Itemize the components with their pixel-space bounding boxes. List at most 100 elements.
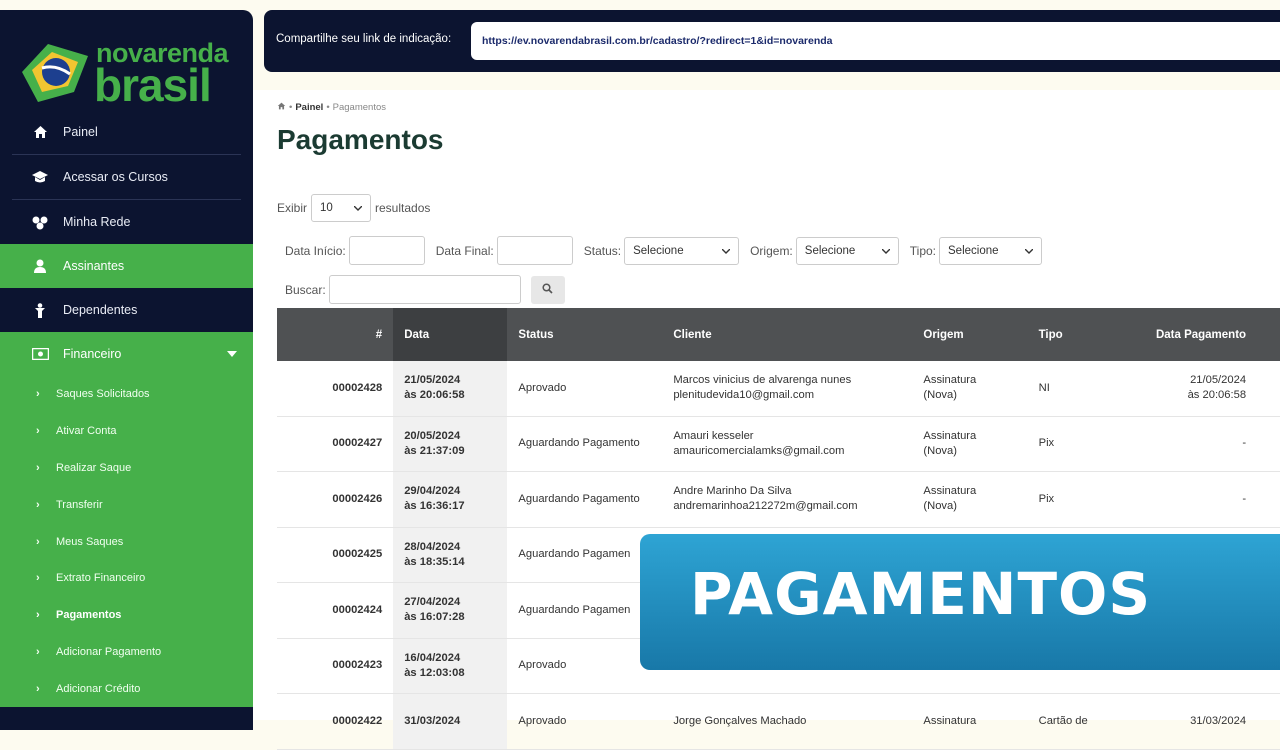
search-input[interactable]	[328, 275, 521, 304]
cell-origem2-text: (Nova)	[923, 444, 957, 457]
cell-num-text: 00002427	[332, 437, 383, 450]
cell-status-text: Aguardando Pagamen	[518, 548, 631, 561]
page-title: Pagamentos	[277, 124, 444, 155]
cell-status-text: Aguardando Pagamen	[518, 603, 631, 616]
cell-time-text: às 12:03:08	[404, 666, 465, 679]
submenu-item-adicionar-credito[interactable]: › Adicionar Crédito	[0, 670, 253, 707]
cell-cliente: Marcos vinicius de alvarenga nunes plenit…	[662, 361, 912, 416]
cell-number: 00002423	[277, 639, 393, 694]
search-label: Buscar:	[285, 282, 326, 297]
cell-tipo: NI	[1028, 361, 1138, 416]
logo[interactable]: novarenda brasil	[18, 34, 243, 114]
search-button[interactable]	[530, 275, 565, 304]
submenu-item-ativar-conta[interactable]: › Ativar Conta	[0, 413, 253, 450]
cell-date: 28/04/2024 às 18:35:14	[393, 527, 508, 582]
tipo-select[interactable]: Selecione	[939, 236, 1043, 265]
table-row[interactable]: 00002428 21/05/2024 às 20:06:58 Aprovado …	[277, 361, 1280, 417]
chevron-right-icon: ›	[36, 498, 40, 511]
sidebar-item-painel[interactable]: Painel	[0, 110, 253, 154]
cell-origem: Assinatura (Nova)	[912, 417, 1027, 472]
referral-link-field[interactable]: https://ev.novarendabrasil.com.br/cadast…	[471, 22, 1280, 60]
breadcrumb: • Painel • Pagamentos	[277, 102, 386, 113]
home-icon[interactable]	[277, 102, 286, 113]
referral-share-bar: Compartilhe seu link de indicação: https…	[264, 10, 1280, 72]
cell-data-pagamento: 31/03/2024	[1138, 694, 1257, 749]
origem-select[interactable]: Selecione	[795, 236, 899, 265]
column-header-tipo[interactable]: Tipo	[1028, 308, 1138, 361]
sidebar-item-label: Financeiro	[63, 347, 122, 361]
sidebar-item-cursos[interactable]: Acessar os Cursos	[0, 155, 253, 199]
cell-name-text: Jorge Gonçalves Machado	[673, 714, 807, 727]
sidebar-item-assinantes[interactable]: Assinantes	[0, 244, 253, 288]
child-icon	[30, 302, 50, 318]
sidebar-item-label: Acessar os Cursos	[63, 170, 168, 184]
cell-date-text: 27/04/2024	[404, 596, 461, 609]
cell-data-pagamento: 21/05/2024 às 20:06:58	[1138, 361, 1257, 416]
submenu-item-meus-saques[interactable]: › Meus Saques	[0, 523, 253, 560]
cell-tipo: Pix	[1028, 472, 1138, 527]
submenu-item-label: Meus Saques	[56, 535, 124, 548]
cell-origem1-text: Assinatura	[923, 374, 977, 387]
cell-extra	[1257, 361, 1280, 416]
table-row[interactable]: 00002427 20/05/2024 às 21:37:09 Aguardand…	[277, 416, 1280, 472]
share-label: Compartilhe seu link de indicação:	[276, 33, 452, 45]
cell-status: Aprovado	[507, 694, 662, 749]
sidebar-item-rede[interactable]: Minha Rede	[0, 200, 253, 244]
table-row[interactable]: 00002426 29/04/2024 às 16:36:17 Aguardand…	[277, 472, 1280, 528]
submenu-item-adicionar-pagamento[interactable]: › Adicionar Pagamento	[0, 634, 253, 671]
filter-label-status: Status:	[583, 243, 622, 258]
column-header-number[interactable]: #	[277, 308, 393, 361]
column-header-data[interactable]: Data	[393, 308, 508, 361]
submenu-item-label: Saques Solicitados	[56, 388, 150, 401]
cell-extra	[1257, 417, 1280, 472]
tipo-select-value: Selecione	[948, 244, 999, 257]
submenu-item-extrato-financeiro[interactable]: › Extrato Financeiro	[0, 560, 253, 597]
cell-origem: Assinatura	[912, 694, 1027, 749]
origem-select-value: Selecione	[804, 244, 856, 257]
status-select[interactable]: Selecione	[624, 236, 740, 265]
breadcrumb-painel[interactable]: Painel	[295, 102, 323, 113]
cell-status-text: Aguardando Pagamento	[518, 437, 640, 450]
data-inicio-input[interactable]	[348, 236, 425, 265]
sidebar-item-label: Minha Rede	[63, 215, 131, 229]
column-header-cliente[interactable]: Cliente	[662, 308, 912, 361]
cell-time-text: às 20:06:58	[404, 389, 465, 402]
chevron-right-icon: ›	[36, 461, 40, 474]
submenu-item-realizar-saque[interactable]: › Realizar Saque	[0, 450, 253, 487]
search-row: Buscar:	[285, 275, 565, 304]
cell-status: Aguardando Pagamento	[507, 417, 662, 472]
entries-length-control: Exibir 10 resultados	[277, 194, 430, 222]
sidebar-item-label: Dependentes	[63, 303, 138, 317]
cell-pag1-text: 21/05/2024	[1190, 374, 1247, 387]
cell-date: 27/04/2024 às 16:07:28	[393, 583, 508, 638]
submenu-item-label: Realizar Saque	[56, 461, 132, 474]
cell-cliente: Andre Marinho Da Silva andremarinhoa21227…	[662, 472, 912, 527]
sidebar-item-financeiro[interactable]: Financeiro	[0, 332, 253, 376]
table-row[interactable]: 00002422 31/03/2024 Aprovado Jorge Gonça…	[277, 694, 1280, 750]
graduation-cap-icon	[30, 170, 50, 184]
financeiro-submenu: › Saques Solicitados › Ativar Conta › Reali…	[0, 376, 253, 708]
sidebar-item-dependentes[interactable]: Dependentes	[0, 288, 253, 332]
entries-prefix: Exibir	[277, 201, 308, 215]
cell-origem2-text: (Nova)	[923, 389, 957, 402]
money-icon	[30, 348, 50, 360]
entries-select[interactable]: 10	[311, 194, 372, 222]
submenu-item-pagamentos[interactable]: › Pagamentos	[0, 597, 253, 634]
brazil-flag-icon	[22, 44, 88, 102]
filter-label-origem: Origem:	[750, 243, 793, 258]
cell-status-text: Aprovado	[518, 714, 567, 727]
chevron-right-icon: ›	[36, 535, 40, 548]
column-header-data-pagamento[interactable]: Data Pagamento	[1138, 308, 1257, 361]
column-header-extra[interactable]	[1257, 308, 1280, 361]
cell-number: 00002428	[277, 361, 393, 416]
submenu-item-transferir[interactable]: › Transferir	[0, 486, 253, 523]
cell-num-text: 00002424	[332, 603, 383, 616]
submenu-item-saques-solicitados[interactable]: › Saques Solicitados	[0, 376, 253, 413]
logo-text-bottom: brasil	[94, 59, 212, 111]
filter-label-data-final: Data Final:	[435, 243, 494, 258]
column-header-origem[interactable]: Origem	[912, 308, 1027, 361]
data-final-input[interactable]	[496, 236, 573, 265]
filter-label-tipo: Tipo:	[909, 243, 937, 258]
cell-data-pagamento: -	[1138, 472, 1257, 527]
column-header-status[interactable]: Status	[507, 308, 662, 361]
